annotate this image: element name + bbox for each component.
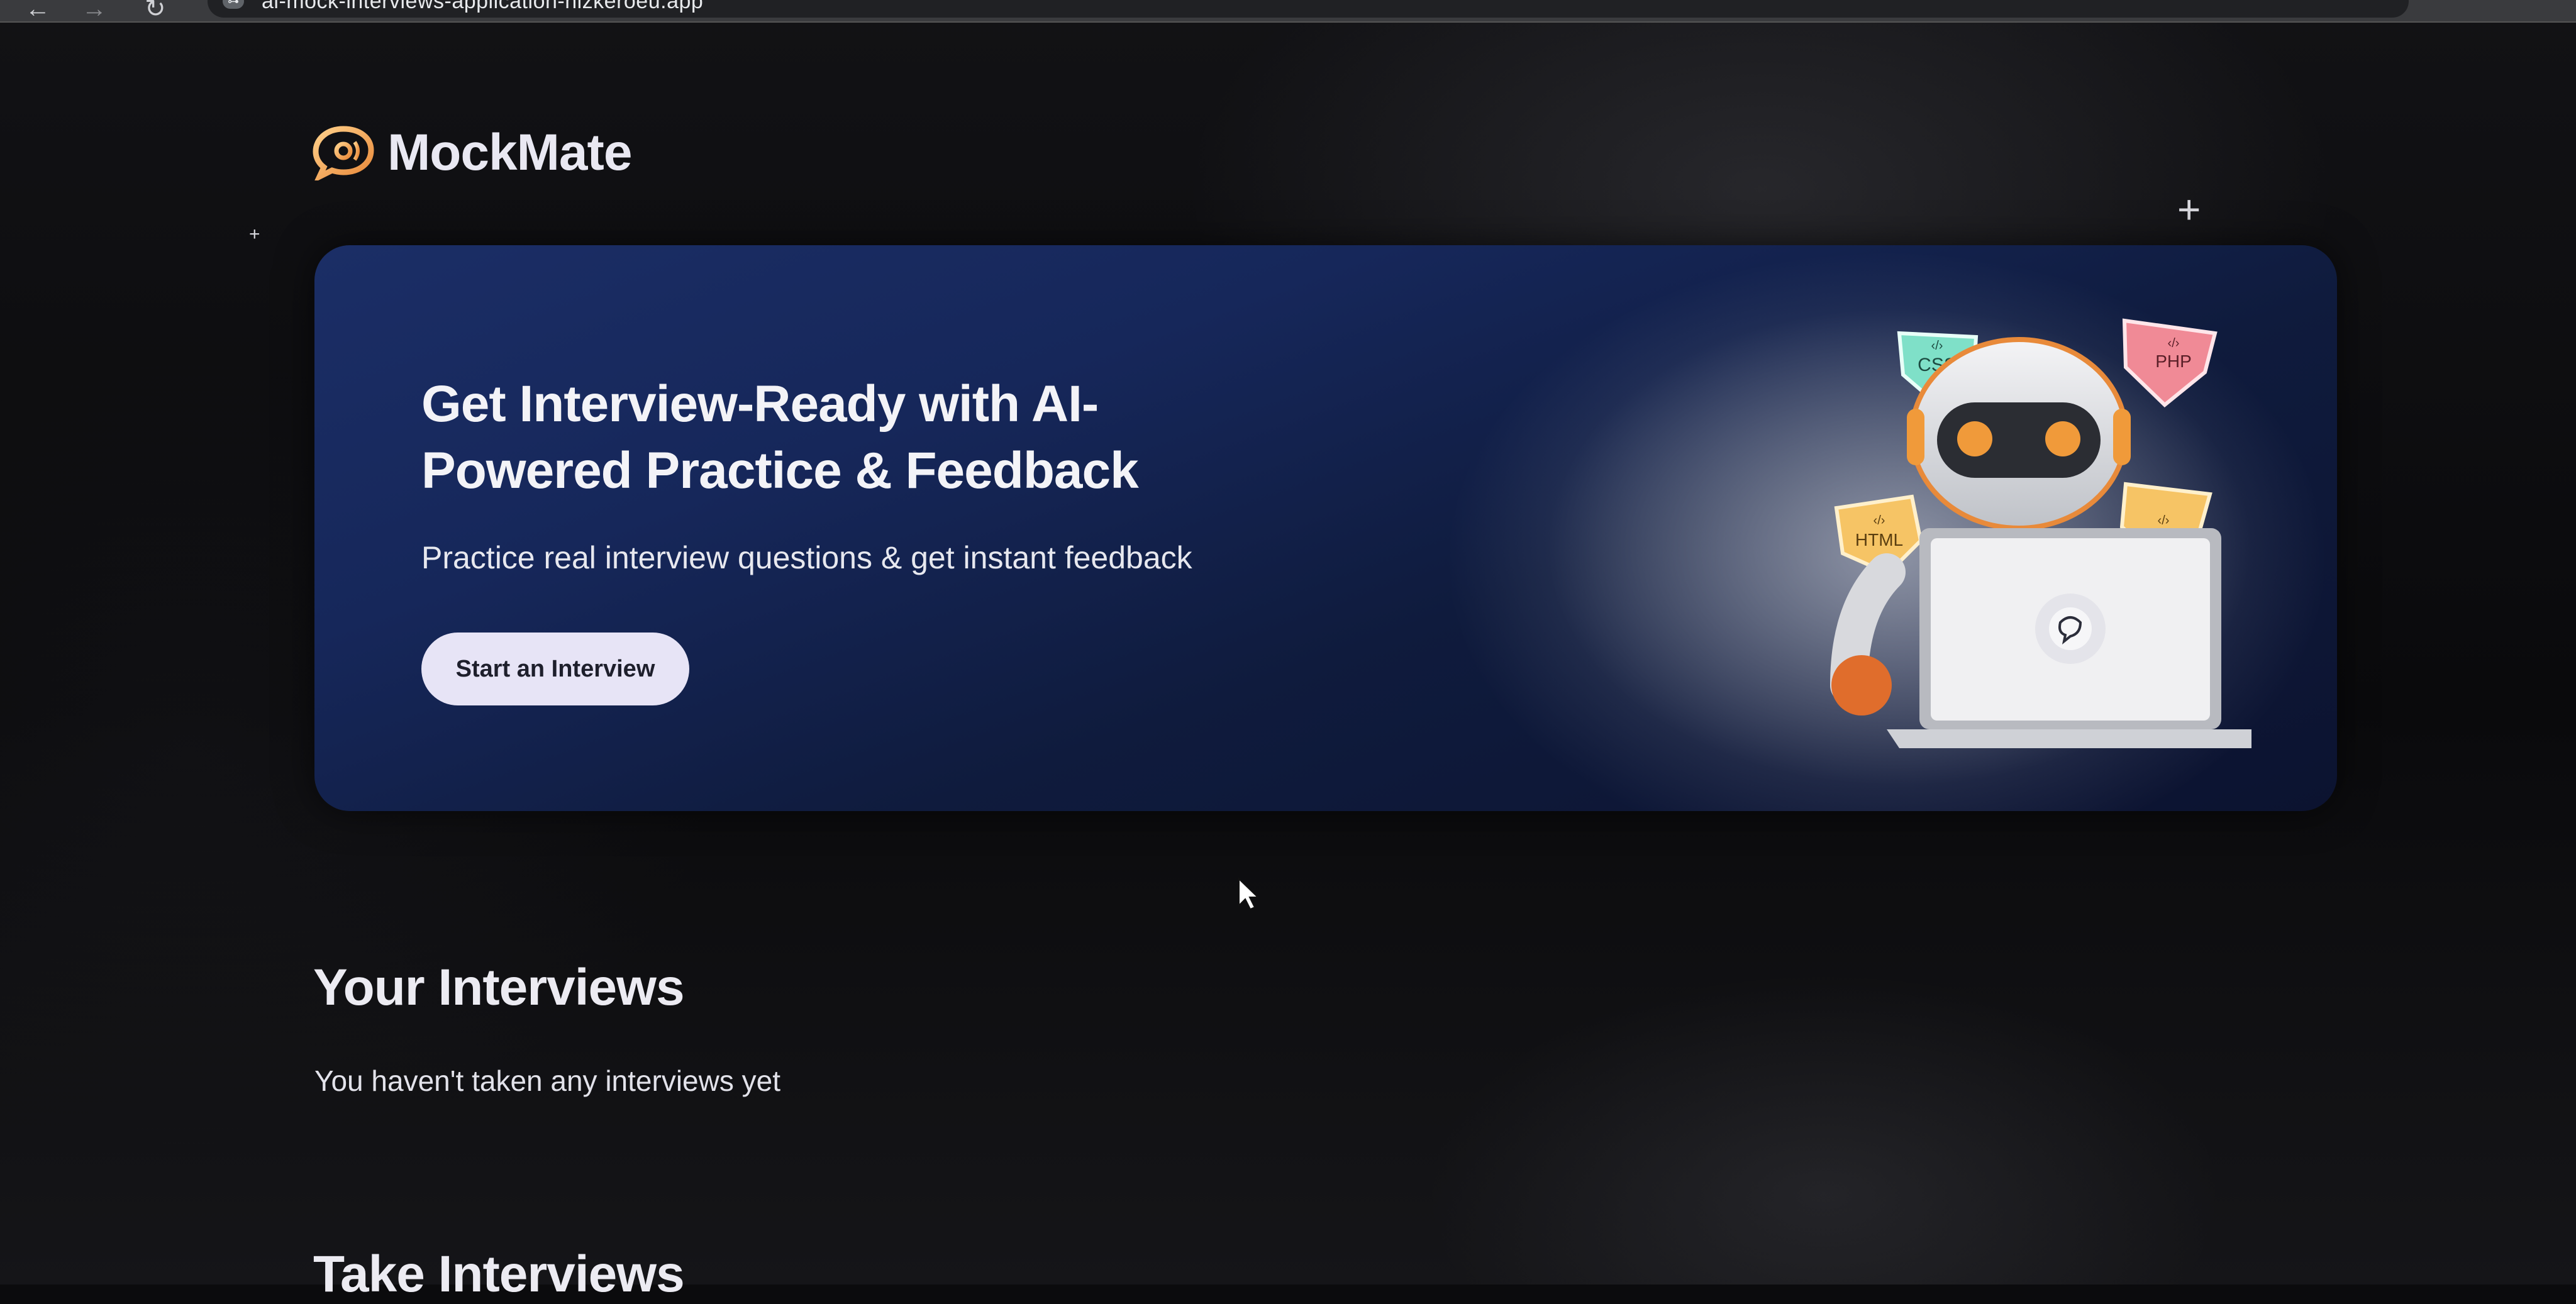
- reload-icon[interactable]: ↻: [145, 0, 166, 21]
- tag-label: PHP: [2155, 351, 2192, 371]
- browser-toolbar: ← → ↻ ⊶ ai-mock-interviews-application-n…: [0, 0, 2576, 23]
- svg-text:‹/›: ‹/›: [2158, 514, 2170, 528]
- app-logo[interactable]: MockMate: [311, 123, 632, 182]
- laptop: [1887, 528, 2251, 748]
- address-bar[interactable]: ⊶ ai-mock-interviews-application-nlzkero…: [208, 0, 2409, 18]
- sparkle-icon: +: [249, 224, 260, 245]
- chat-bubble-logo-icon: [313, 126, 374, 180]
- robot-illustration: CSS ‹/› PHP ‹/› HTML ‹/› JS ‹/›: [1547, 308, 2251, 786]
- start-interview-button[interactable]: Start an Interview: [421, 633, 689, 705]
- app-name: MockMate: [387, 124, 632, 181]
- hero-card: Get Interview-Ready with AI-Powered Prac…: [314, 245, 2337, 811]
- hero-title: Get Interview-Ready with AI-Powered Prac…: [421, 375, 1139, 499]
- url-text: ai-mock-interviews-application-nlzkeroeu…: [262, 0, 704, 13]
- svg-text:‹/›: ‹/›: [1874, 514, 1885, 528]
- forward-arrow-icon[interactable]: →: [82, 0, 107, 21]
- section-title-take-interviews: Take Interviews: [313, 1246, 685, 1303]
- sparkle-icon: +: [2177, 187, 2201, 232]
- svg-text:‹/›: ‹/›: [1931, 339, 1943, 353]
- mouse-pointer-icon: [1238, 878, 1259, 910]
- tag-label: HTML: [1855, 530, 1903, 550]
- section-title-your-interviews: Your Interviews: [313, 959, 685, 1016]
- svg-text:‹/›: ‹/›: [2168, 336, 2180, 350]
- hero-subtitle: Practice real interview questions & get …: [421, 540, 1192, 575]
- empty-state-message: You haven't taken any interviews yet: [314, 1064, 780, 1097]
- site-info-icon[interactable]: ⊶: [223, 0, 244, 9]
- back-arrow-icon[interactable]: ←: [25, 0, 50, 21]
